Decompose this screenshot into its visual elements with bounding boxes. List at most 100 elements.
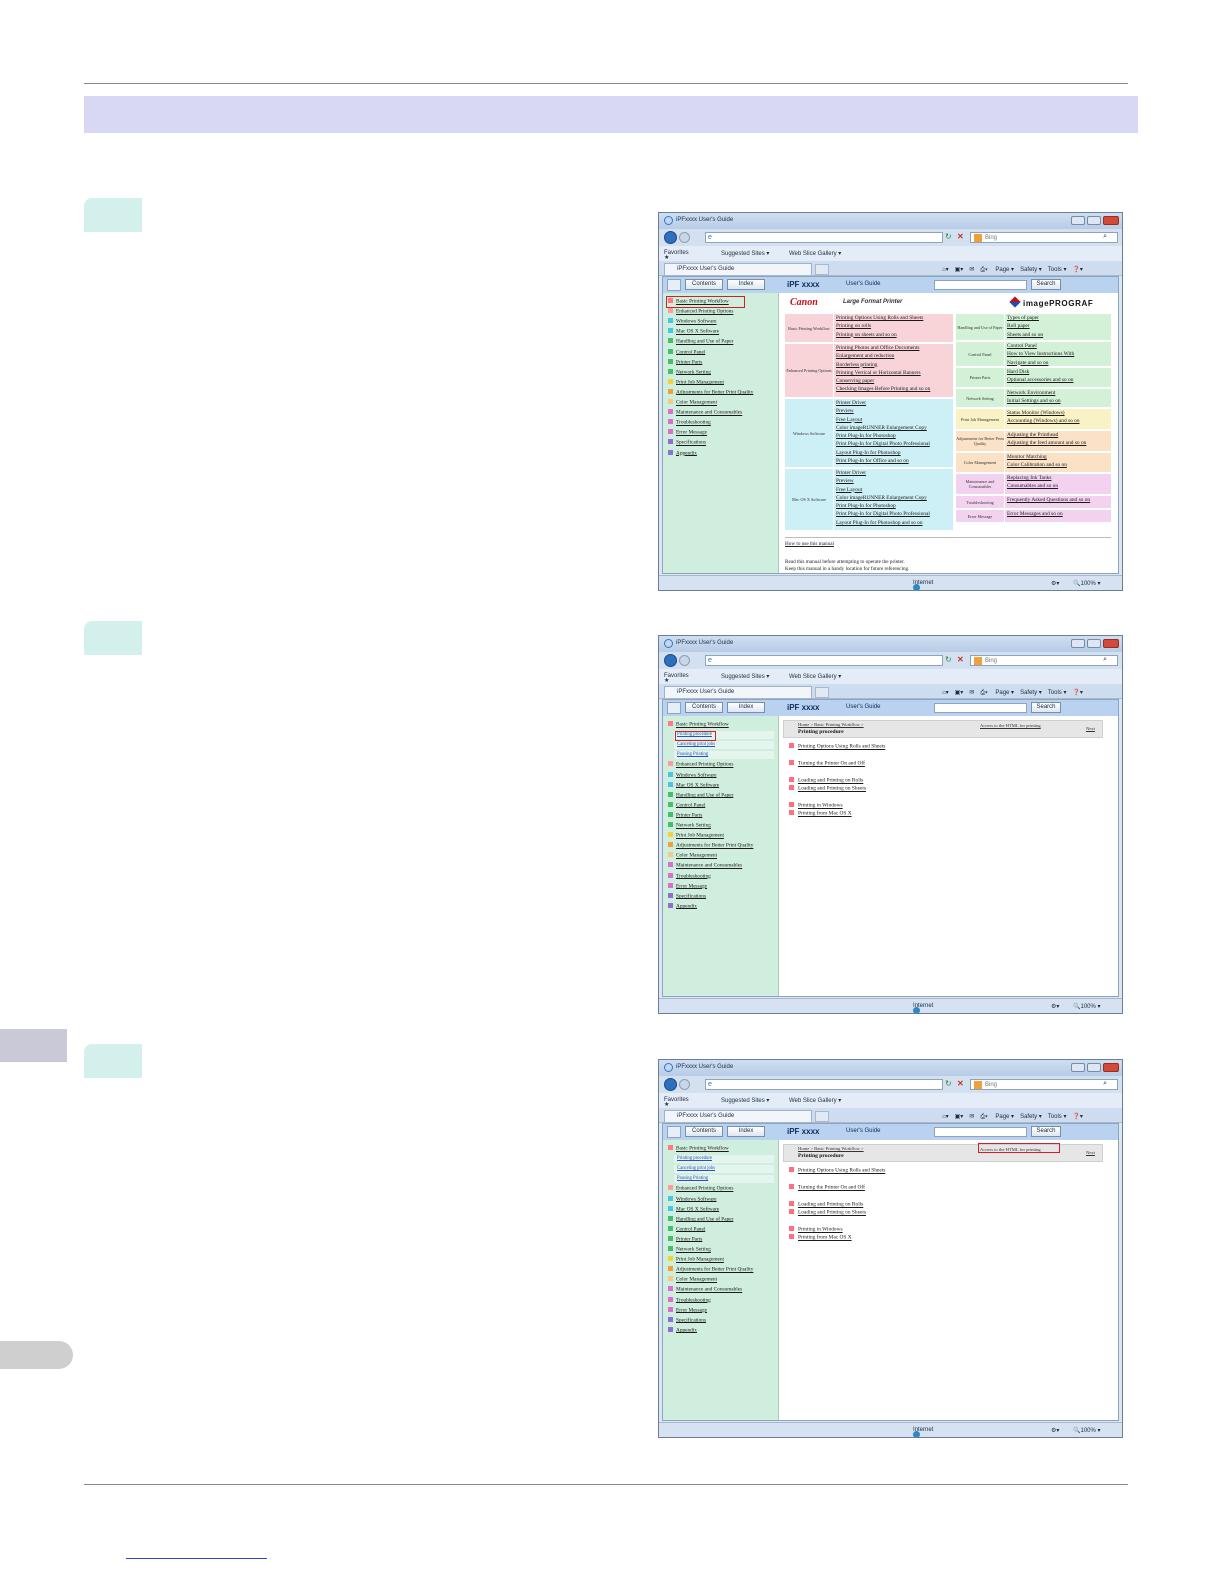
- home-icon[interactable]: ⌂▾: [942, 1114, 949, 1120]
- category-link[interactable]: Replacing Ink Tanks: [1007, 475, 1058, 483]
- index-button[interactable]: Index: [727, 702, 765, 713]
- home-icon[interactable]: ⌂▾: [942, 690, 949, 696]
- nav-item[interactable]: Control Panel: [668, 801, 705, 811]
- minimize-button[interactable]: [1071, 1063, 1085, 1072]
- category-link[interactable]: Color imageRUNNER Enlargement Copy: [836, 425, 930, 433]
- topic-link[interactable]: Printing Options Using Rolls and Sheets: [789, 1167, 885, 1174]
- stop-icon[interactable]: ✕: [957, 232, 967, 243]
- guide-search-input[interactable]: [934, 703, 1027, 713]
- guide-search-button[interactable]: Search: [1031, 279, 1061, 290]
- topic-link[interactable]: Loading and Printing on Rolls: [789, 777, 863, 784]
- protected-mode-icon[interactable]: ⚙▾: [1051, 1427, 1059, 1434]
- category-link[interactable]: Error Messages and so on: [1007, 511, 1063, 519]
- nav-item[interactable]: Error Message: [668, 1306, 707, 1316]
- favorites-button[interactable]: ★ Favorites: [664, 1097, 689, 1108]
- topic-link[interactable]: Loading and Printing on Sheets: [789, 785, 866, 792]
- category-link[interactable]: Adjusting the feed amount and so on: [1007, 440, 1086, 448]
- category-link[interactable]: Free Layout: [836, 417, 930, 425]
- feeds-icon[interactable]: ▣▾: [955, 1114, 964, 1120]
- nav-item[interactable]: Color Management: [668, 399, 717, 408]
- nav-item[interactable]: Printer Parts: [668, 811, 702, 821]
- refresh-icon[interactable]: ↻: [945, 232, 955, 243]
- guide-search-input[interactable]: [934, 1127, 1027, 1137]
- contents-button[interactable]: Contents: [685, 279, 723, 290]
- close-button[interactable]: [1103, 639, 1119, 648]
- nav-item[interactable]: Network Setting: [668, 1246, 711, 1255]
- nav-item[interactable]: Basic Printing Workflow: [668, 1145, 729, 1154]
- nav-item[interactable]: Troubleshooting: [668, 419, 711, 428]
- nav-item[interactable]: Basic Printing Workflow: [668, 721, 729, 730]
- nav-subitem[interactable]: Printing procedure: [674, 1154, 774, 1163]
- category-link[interactable]: How to View Instructions With: [1007, 351, 1074, 359]
- topic-link[interactable]: Loading and Printing on Rolls: [789, 1201, 863, 1208]
- breadcrumb[interactable]: Home > Basic Printing Workflow >: [798, 722, 864, 727]
- category-link[interactable]: Printing Options Using Rolls and Sheets: [836, 315, 923, 323]
- nav-item[interactable]: Appendix: [668, 902, 697, 912]
- web-slice-gallery-link[interactable]: Web Slice Gallery ▾: [789, 673, 841, 680]
- help-menu[interactable]: ❓▾: [1072, 690, 1082, 696]
- nav-item[interactable]: Print Job Management: [668, 832, 724, 841]
- feeds-icon[interactable]: ▣▾: [955, 690, 964, 696]
- nav-item[interactable]: Specifications: [668, 439, 706, 448]
- category-link[interactable]: Hard Disk: [1007, 369, 1073, 377]
- back-button[interactable]: [664, 654, 677, 667]
- category-link[interactable]: Frequently Asked Questions and so on: [1007, 497, 1090, 505]
- browser-tab[interactable]: iPFxxxx User's Guide: [664, 263, 812, 275]
- page-menu[interactable]: Page ▾: [995, 267, 1014, 273]
- category-link[interactable]: Borderless printing: [836, 362, 930, 370]
- category-link[interactable]: Printer Driver: [836, 470, 930, 478]
- topic-link[interactable]: Printing in Windows: [789, 802, 843, 809]
- category-link[interactable]: Sheets and so on: [1007, 332, 1043, 340]
- nav-item[interactable]: Windows Software: [668, 318, 717, 327]
- guide-search-input[interactable]: [934, 280, 1027, 290]
- nav-subitem[interactable]: Pausing Printing: [674, 750, 774, 759]
- nav-subitem[interactable]: Pausing Printing: [674, 1174, 774, 1183]
- back-button[interactable]: [664, 1078, 677, 1091]
- contents-button[interactable]: Contents: [685, 1126, 723, 1137]
- nav-item[interactable]: Windows Software: [668, 771, 717, 781]
- index-button[interactable]: Index: [727, 279, 765, 290]
- footer-link-underline[interactable]: [126, 1558, 267, 1559]
- search-box[interactable]: Bing ⌕: [970, 232, 1118, 243]
- topic-link[interactable]: Printing in Windows: [789, 1226, 843, 1233]
- suggested-sites-link[interactable]: Suggested Sites ▾: [721, 673, 769, 680]
- help-menu[interactable]: ❓▾: [1072, 267, 1082, 273]
- print-icon[interactable]: ⎙▾: [980, 267, 987, 273]
- suggested-sites-link[interactable]: Suggested Sites ▾: [721, 1097, 769, 1104]
- nav-item[interactable]: Control Panel: [668, 348, 705, 358]
- browser-tab[interactable]: iPFxxxx User's Guide: [664, 1110, 812, 1122]
- guide-search-button[interactable]: Search: [1031, 1126, 1061, 1137]
- category-link[interactable]: Print Plug-In for Office and so on: [836, 458, 930, 466]
- nav-item[interactable]: Troubleshooting: [668, 1296, 711, 1306]
- nav-item[interactable]: Print Job Management: [668, 378, 724, 388]
- web-slice-gallery-link[interactable]: Web Slice Gallery ▾: [789, 1097, 841, 1104]
- nav-item[interactable]: Adjustments for Better Print Quality: [668, 842, 753, 851]
- index-button[interactable]: Index: [727, 1126, 765, 1137]
- safety-menu[interactable]: Safety ▾: [1020, 690, 1042, 696]
- maximize-button[interactable]: [1087, 639, 1101, 648]
- nav-subitem[interactable]: Canceling print jobs: [674, 740, 774, 749]
- category-link[interactable]: Layout Plug-In for Photoshop: [836, 450, 930, 458]
- nav-item[interactable]: Printer Parts: [668, 1235, 702, 1245]
- topic-link[interactable]: Loading and Printing on Sheets: [789, 1209, 866, 1216]
- category-link[interactable]: Printing Photos and Office Documents: [836, 345, 930, 353]
- nav-item[interactable]: Maintenance and Consumables: [668, 862, 742, 871]
- topic-link[interactable]: Turning the Printer On and Off: [789, 760, 865, 767]
- web-slice-gallery-link[interactable]: Web Slice Gallery ▾: [789, 250, 841, 257]
- stop-icon[interactable]: ✕: [957, 655, 967, 666]
- access-html-printing-link[interactable]: Access to the HTML for printing: [980, 723, 1041, 728]
- close-button[interactable]: [1103, 216, 1119, 225]
- address-bar[interactable]: e: [705, 655, 943, 666]
- nav-item[interactable]: Enhanced Printing Options: [668, 1185, 733, 1194]
- read-mail-icon[interactable]: ✉: [969, 1114, 974, 1120]
- next-link[interactable]: Next: [1086, 1150, 1095, 1155]
- category-link[interactable]: Color imageRUNNER Enlargement Copy: [836, 495, 930, 503]
- nav-subitem[interactable]: Canceling print jobs: [674, 1164, 774, 1173]
- safety-menu[interactable]: Safety ▾: [1020, 267, 1042, 273]
- tools-menu[interactable]: Tools ▾: [1048, 267, 1067, 273]
- how-to-use-link[interactable]: How to use this manual: [785, 541, 834, 547]
- nav-item[interactable]: Specifications: [668, 892, 706, 902]
- nav-item[interactable]: Mac OS X Software: [668, 1205, 719, 1215]
- category-link[interactable]: Initial Settings and so on: [1007, 398, 1061, 406]
- search-icon[interactable]: ⌕: [1103, 1080, 1107, 1088]
